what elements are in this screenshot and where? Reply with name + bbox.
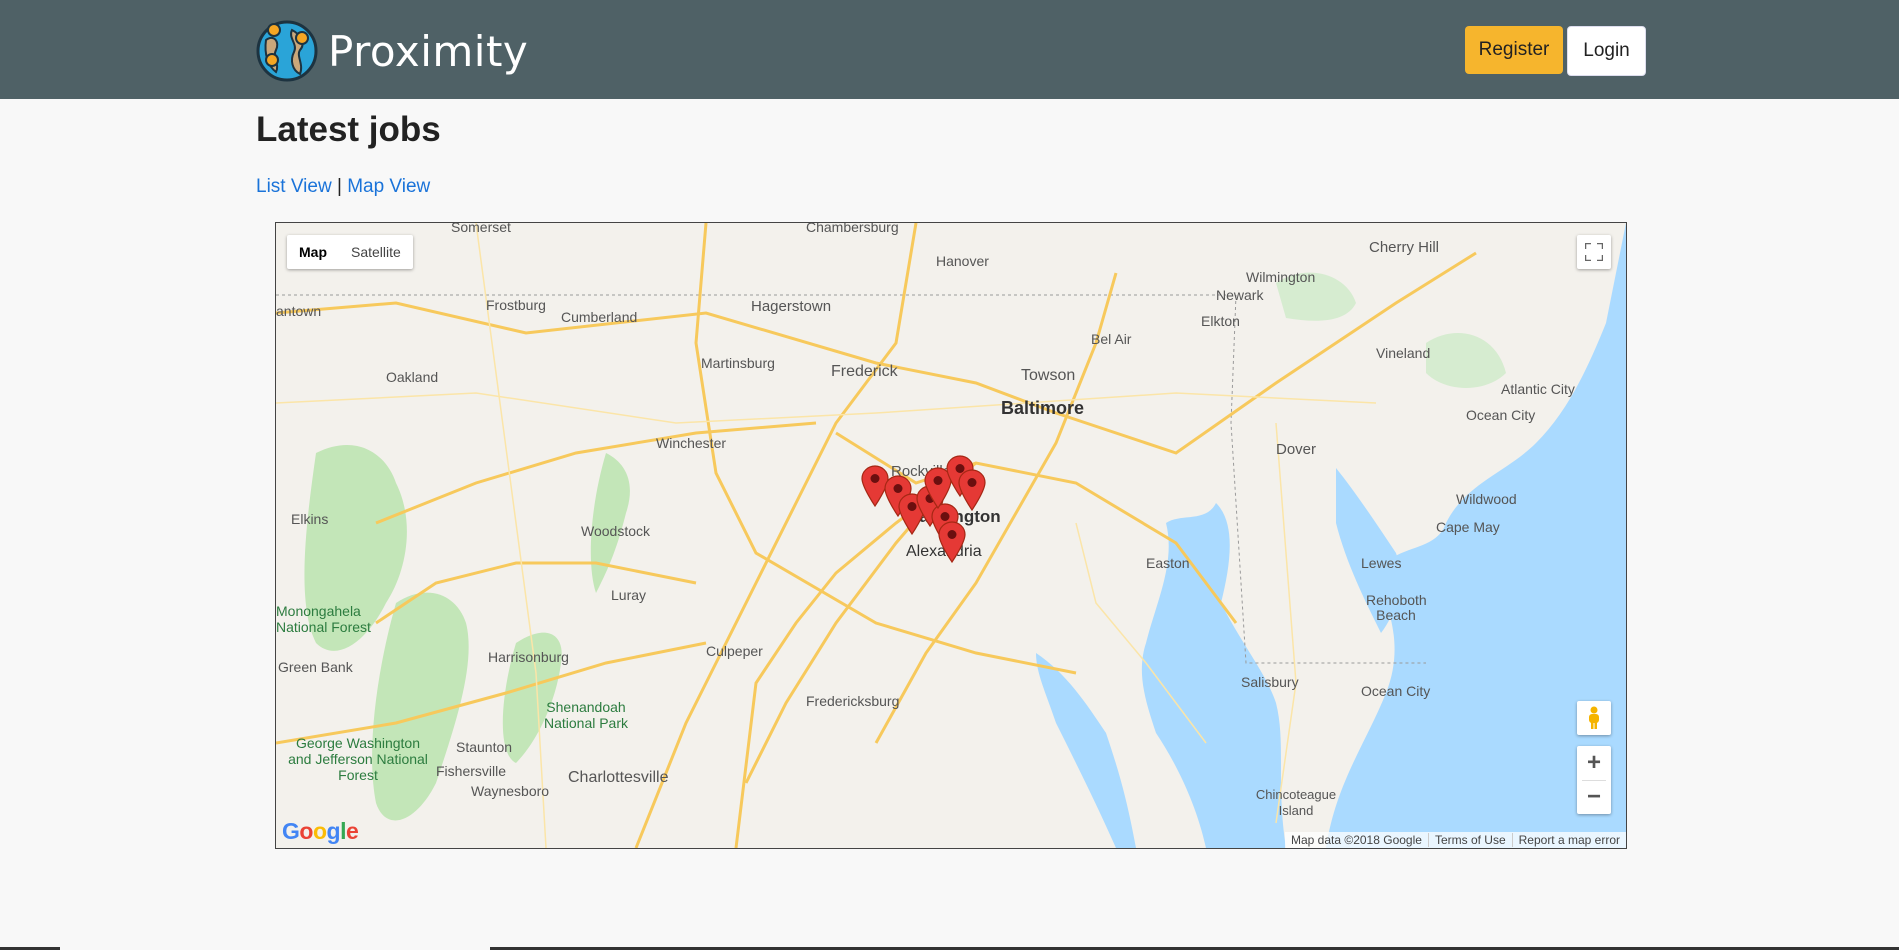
google-logo[interactable]: Google (282, 818, 359, 845)
place-label: Green Bank (278, 659, 353, 675)
map-view-link[interactable]: Map View (347, 176, 430, 197)
place-label: Woodstock (581, 523, 650, 539)
place-label: Hagerstown (751, 298, 832, 315)
place-label: Elkton (1201, 313, 1240, 329)
place-label: Chambersburg (806, 222, 899, 235)
place-label: Winchester (656, 435, 727, 451)
place-label: Charlottesville (568, 769, 669, 786)
place-label: Wildwood (1456, 491, 1517, 507)
job-marker-icon[interactable] (938, 521, 966, 564)
place-label: Harrisonburg (488, 649, 569, 665)
place-label: Towson (1021, 367, 1076, 384)
place-label: Fredericksburg (806, 693, 900, 709)
place-label: Easton (1146, 555, 1190, 571)
place-label: Frederick (831, 363, 898, 380)
place-label: Lewes (1361, 555, 1402, 571)
place-label: Frostburg (486, 297, 546, 313)
jobs-map[interactable]: Somerset Chambersburg Hanover Cherry Hil… (275, 222, 1627, 849)
terms-of-use-link[interactable]: Terms of Use (1427, 833, 1512, 847)
place-label: Dover (1276, 441, 1317, 458)
map-type-map-button[interactable]: Map (287, 235, 339, 269)
place-label: antown (276, 303, 322, 319)
map-type-control: Map Satellite (287, 235, 413, 269)
page-title: Latest jobs (256, 110, 441, 149)
place-label: Oakland (386, 369, 439, 385)
place-label: Salisbury (1241, 674, 1299, 690)
place-label: Rehoboth Beach (1366, 592, 1427, 623)
place-label: Staunton (456, 739, 513, 755)
place-label: Cumberland (561, 309, 638, 325)
place-label: Ocean City (1361, 683, 1431, 699)
place-label: Somerset (451, 222, 511, 235)
globe-logo-icon (256, 20, 318, 82)
place-label: Ocean City (1466, 407, 1536, 423)
brand-name: Proximity (328, 26, 529, 76)
place-label: George Washington and Jefferson National… (288, 735, 428, 783)
place-label: Culpeper (706, 643, 763, 659)
view-separator: | (336, 176, 342, 197)
place-label: Hanover (936, 253, 989, 269)
fullscreen-icon (1585, 243, 1603, 261)
view-switcher: List View | Map View (256, 176, 430, 198)
map-type-satellite-button[interactable]: Satellite (339, 235, 413, 269)
place-label: Wilmington (1246, 269, 1316, 285)
place-label: Atlantic City (1501, 381, 1575, 397)
place-label: Fishersville (436, 763, 507, 779)
fullscreen-button[interactable] (1577, 235, 1611, 269)
place-label: Vineland (1376, 345, 1431, 361)
job-marker-icon[interactable] (958, 469, 986, 512)
brand[interactable]: Proximity (256, 20, 528, 82)
place-label: Newark (1216, 287, 1264, 303)
place-label: Baltimore (1001, 398, 1085, 418)
top-navbar: Proximity Register Login (0, 0, 1899, 99)
list-view-link[interactable]: List View (256, 176, 332, 197)
zoom-in-button[interactable]: + (1577, 746, 1611, 780)
place-label: Monongahela National Forest (276, 603, 371, 635)
zoom-out-button[interactable]: − (1577, 780, 1611, 814)
place-label: Waynesboro (471, 783, 550, 799)
map-data-credit: Map data ©2018 Google (1291, 833, 1422, 847)
place-label: Cherry Hill (1369, 239, 1440, 256)
place-label: Elkins (291, 511, 329, 527)
pegman-icon (1589, 706, 1599, 729)
place-label: Martinsburg (701, 355, 775, 371)
register-button[interactable]: Register (1465, 26, 1563, 74)
place-label: Cape May (1436, 519, 1500, 535)
street-view-pegman-button[interactable] (1577, 701, 1611, 735)
place-label: Bel Air (1091, 331, 1132, 347)
place-label: Luray (611, 587, 647, 603)
login-button[interactable]: Login (1567, 26, 1646, 76)
place-label: Chincoteague Island (1255, 787, 1337, 818)
zoom-control: + − (1577, 746, 1611, 814)
report-map-error-link[interactable]: Report a map error (1511, 833, 1626, 847)
map-attribution: Map data ©2018 Google Terms of Use Repor… (1285, 832, 1626, 848)
place-label: Shenandoah National Park (543, 699, 629, 731)
